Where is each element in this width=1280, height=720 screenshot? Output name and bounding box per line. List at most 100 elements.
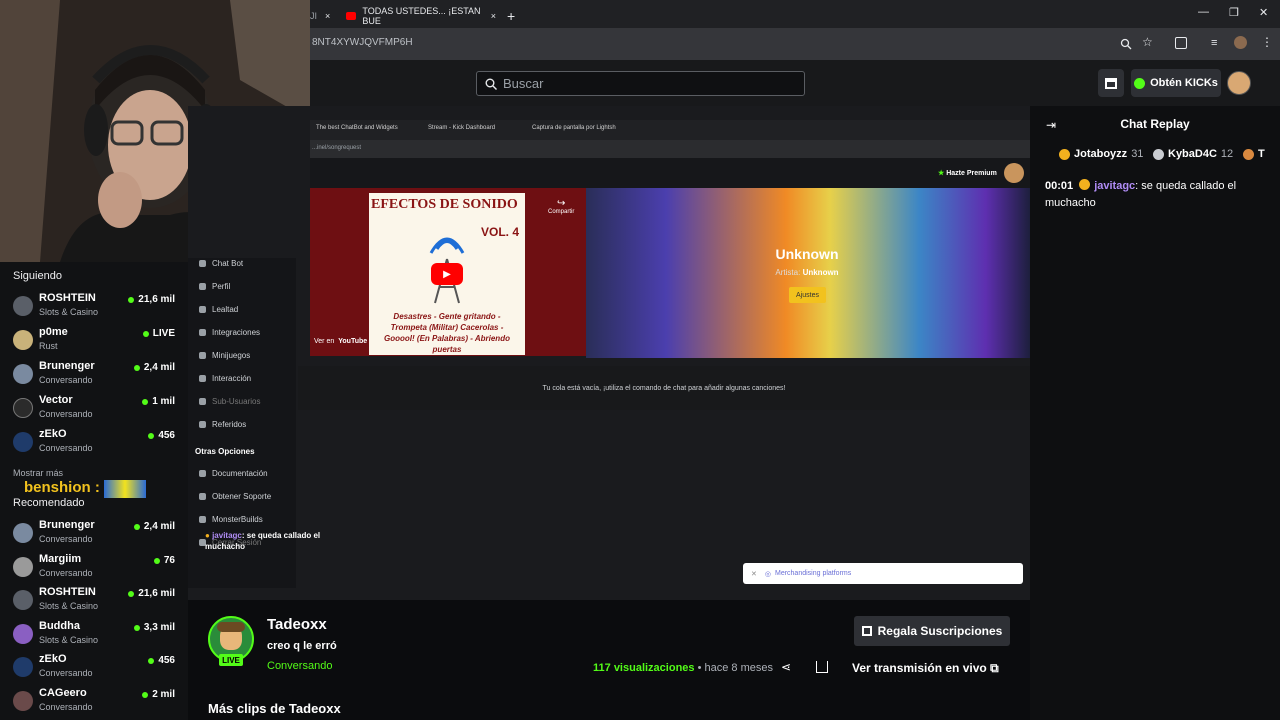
channel-category: Conversando [39, 668, 93, 678]
search-icon [485, 78, 497, 90]
close-window-button[interactable]: ✕ [1259, 6, 1268, 19]
avatar [13, 624, 33, 644]
sidebar-channel[interactable]: CAGeero Conversando 2 mil [13, 687, 183, 719]
menu-icon[interactable]: ⋮ [1261, 35, 1273, 49]
merch-banner: ✕ ◎ Merchandising platforms [743, 563, 1023, 584]
now-playing-artist: Artista: Unknown [775, 268, 839, 277]
channel-name: Vector [39, 394, 73, 406]
channel-name: ROSHTEIN [39, 586, 96, 598]
watch-live-link[interactable]: Ver transmisión en vivo ⧉ [852, 661, 999, 676]
avatar [13, 657, 33, 677]
minimize-button[interactable]: — [1198, 6, 1209, 18]
channel-name: Buddha [39, 620, 80, 632]
store-button[interactable] [1098, 69, 1124, 97]
channel-name: Brunenger [39, 360, 95, 372]
viewer-count: 456 [148, 655, 175, 666]
sidebar-channel[interactable]: zEkO Conversando 456 [13, 653, 183, 685]
viewer-count: 21,6 mil [128, 588, 175, 599]
overlay-emote-image [104, 480, 146, 498]
captured-url: ...inel/songrequest [312, 145, 362, 151]
channel-category: Slots & Casino [39, 635, 99, 645]
queue-empty-message: Tu cola está vacía, ¡utiliza el comando … [298, 366, 1030, 410]
menu-item: Documentación [199, 469, 268, 478]
sidebar-channel[interactable]: zEkO Conversando 456 [13, 428, 183, 460]
get-kicks-label: Obtén KICKs [1150, 77, 1218, 89]
viewer-count: 76 [153, 555, 175, 566]
store-icon [1105, 77, 1117, 89]
menu-item: Obtener Soporte [199, 492, 271, 501]
new-tab-button[interactable]: + [507, 4, 515, 28]
sidebar-channel[interactable]: Buddha Slots & Casino 3,3 mil [13, 620, 183, 652]
show-more-link[interactable]: Mostrar más [13, 468, 63, 478]
sidebar-channel[interactable]: Vector Conversando 1 mil [13, 394, 183, 426]
viewer-count: 21,6 mil [128, 294, 175, 305]
sidebar-channel[interactable]: Brunenger Conversando 2,4 mil [13, 519, 183, 551]
gift-icon [861, 626, 872, 636]
captured-browser-tabbar: The best ChatBot and Widgets Stream - Ki… [310, 120, 1030, 140]
viewer-count: 2,4 mil [133, 362, 175, 373]
sidebar-channel[interactable]: Margiim Conversando 76 [13, 553, 183, 585]
channel-name: Margiim [39, 553, 82, 565]
download-icon[interactable] [816, 661, 828, 673]
channel-name: CAGeero [39, 687, 87, 699]
share-icon[interactable]: ⋖ [781, 660, 791, 674]
youtube-icon [346, 12, 357, 20]
bookmark-star-icon[interactable]: ☆ [1142, 35, 1153, 49]
avatar [13, 691, 33, 711]
avatar [13, 590, 33, 610]
share-button: ↪ Compartir [548, 198, 575, 215]
overlay-text: benshion : [24, 479, 100, 496]
user-avatar[interactable] [1227, 71, 1251, 95]
menu-item: Interacción [199, 374, 251, 383]
media-icon[interactable]: ≡ [1211, 37, 1217, 49]
menu-item: Integraciones [199, 328, 260, 337]
zoom-icon[interactable] [1120, 38, 1132, 50]
browser-tab[interactable]: TODAS USTEDES... ¡ESTAN BUE × [346, 4, 496, 28]
profile-avatar[interactable] [1234, 36, 1247, 49]
watch-on-youtube: Ver en YouTube [314, 338, 368, 345]
tab-title: TODAS USTEDES... ¡ESTAN BUE [362, 6, 481, 26]
url-field[interactable]: 8NT4XYWJQVFMP6H [312, 37, 413, 48]
recommended-title: Recomendado [13, 497, 85, 509]
thumbnail-volume: VOL. 4 [481, 225, 520, 239]
youtube-thumbnail: EFECTOS DE SONIDO VOL. 4 ▶ Desastres - G… [369, 193, 525, 355]
gift-subs-button[interactable]: Regala Suscripciones [854, 616, 1010, 646]
channel-category: Conversando [39, 534, 93, 544]
captured-address-bar: ...inel/songrequest [310, 140, 1030, 158]
close-icon[interactable]: × [491, 11, 496, 21]
top-gifter: KybaD4C 12 [1153, 148, 1233, 160]
captured-tab: Stream - Kick Dashboard [428, 125, 496, 131]
following-title: Siguiendo [13, 270, 62, 282]
channel-category: Rust [39, 341, 58, 351]
sidebar-channel[interactable]: Brunenger Conversando 2,4 mil [13, 360, 183, 392]
external-link-icon: ⧉ [990, 661, 999, 675]
menu-item: Perfil [199, 282, 230, 291]
menu-item: Minijuegos [199, 351, 250, 360]
channel-category: Conversando [39, 568, 93, 578]
search-input[interactable]: Buscar [476, 71, 805, 96]
channel-category: Conversando [39, 375, 93, 385]
thumbnail-list: Desastres - Gente gritando - Trompeta (M… [384, 312, 510, 354]
get-kicks-button[interactable]: Obtén KICKs [1131, 69, 1221, 97]
channel-name: ROSHTEIN [39, 292, 96, 304]
viewer-count: 456 [148, 430, 175, 441]
channel-name: Brunenger [39, 519, 95, 531]
premium-link: ★ Hazte Premium [938, 170, 997, 177]
maximize-button[interactable]: ❐ [1229, 6, 1239, 19]
channel-category: Conversando [39, 443, 93, 453]
collapse-chat-icon[interactable]: ⇥ [1046, 118, 1056, 132]
category-link[interactable]: Conversando [267, 660, 332, 672]
sidebar-channel[interactable]: p0me Rust LIVE [13, 326, 183, 358]
captured-header: ★ Hazte Premium [310, 158, 1030, 188]
close-icon[interactable]: × [325, 11, 330, 21]
captured-avatar [1004, 163, 1024, 183]
sidebar-channel[interactable]: ROSHTEIN Slots & Casino 21,6 mil [13, 292, 183, 324]
viewer-count: 1 mil [142, 396, 175, 407]
avatar [13, 557, 33, 577]
channel-name: p0me [39, 326, 68, 338]
browser-tab-partial[interactable]: JI × [310, 4, 330, 28]
extensions-icon[interactable] [1175, 37, 1187, 49]
sidebar-channel[interactable]: ROSHTEIN Slots & Casino 21,6 mil [13, 586, 183, 618]
streamer-name[interactable]: Tadeoxx [267, 616, 327, 633]
menu-item: MonsterBuilds [199, 515, 263, 524]
